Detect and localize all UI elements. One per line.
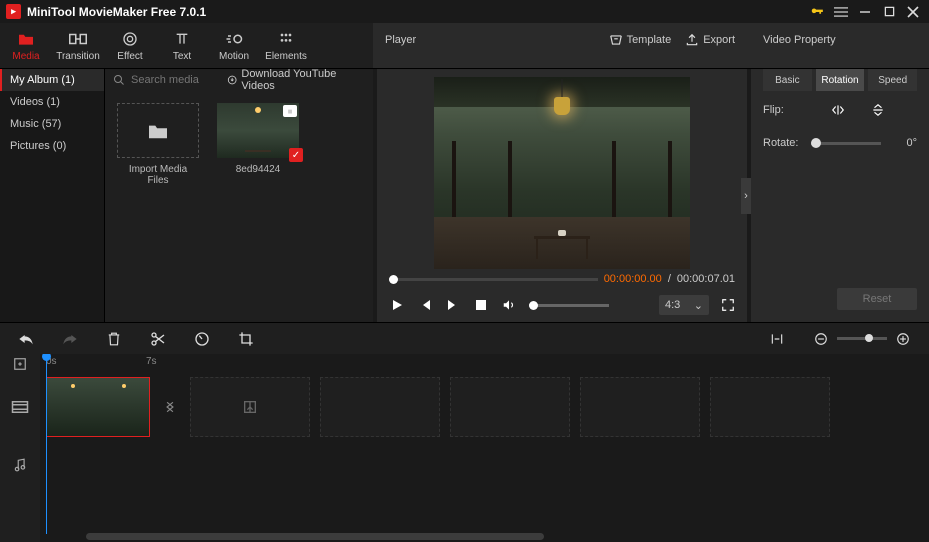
- media-panel: My Album (1) Download YouTube Videos Vid…: [0, 69, 373, 322]
- timeline-toolbar: [0, 322, 929, 354]
- player-title: Player: [385, 34, 416, 46]
- scrub-bar[interactable]: [389, 278, 598, 281]
- property-tab-rotation[interactable]: Rotation: [816, 69, 865, 91]
- chevron-down-icon: ⌄: [694, 299, 703, 312]
- time-current: 00:00:00.00: [604, 273, 662, 285]
- elements-icon: [277, 30, 295, 48]
- flip-vertical-button[interactable]: [871, 103, 885, 117]
- tab-transition[interactable]: Transition: [52, 23, 104, 68]
- sidebar-item-videos[interactable]: Videos (1): [0, 91, 104, 113]
- app-title: MiniTool MovieMaker Free 7.0.1: [27, 5, 206, 19]
- panel-toggle-button[interactable]: ›: [741, 178, 751, 214]
- empty-clip-slot[interactable]: [190, 377, 310, 437]
- search-input[interactable]: [131, 74, 221, 86]
- time-total: 00:00:07.01: [677, 273, 735, 285]
- play-button[interactable]: [389, 297, 405, 313]
- video-track[interactable]: [40, 374, 929, 440]
- timeline: 0s 7s: [0, 354, 929, 542]
- volume-slider[interactable]: [529, 304, 609, 307]
- text-icon: [173, 30, 191, 48]
- rotate-slider[interactable]: [811, 142, 881, 145]
- transition-slot-icon[interactable]: [160, 377, 180, 437]
- fit-button[interactable]: [769, 331, 785, 347]
- fullscreen-button[interactable]: [721, 298, 735, 312]
- media-clip-thumbnail[interactable]: ■ ✓: [217, 103, 299, 158]
- tab-text[interactable]: Text: [156, 23, 208, 68]
- empty-clip-slot[interactable]: [320, 377, 440, 437]
- check-icon: ✓: [289, 148, 303, 162]
- empty-clip-slot[interactable]: [450, 377, 570, 437]
- volume-icon[interactable]: [501, 297, 517, 313]
- video-track-icon: [0, 374, 40, 440]
- timeline-ruler[interactable]: 0s 7s: [40, 354, 929, 374]
- transition-icon: [69, 30, 87, 48]
- media-clip-name: 8ed94424: [236, 164, 281, 175]
- speed-button[interactable]: [194, 331, 210, 347]
- export-button[interactable]: Export: [685, 33, 735, 47]
- zoom-slider[interactable]: [837, 337, 887, 340]
- player-header: Player Template Export: [373, 23, 747, 57]
- download-youtube-button[interactable]: Download YouTube Videos: [227, 68, 365, 92]
- audio-track-icon: [0, 440, 40, 490]
- property-tab-speed[interactable]: Speed: [868, 69, 917, 91]
- tab-effect[interactable]: Effect: [104, 23, 156, 68]
- property-tab-basic[interactable]: Basic: [763, 69, 812, 91]
- delete-button[interactable]: [106, 331, 122, 347]
- audio-track[interactable]: [40, 440, 929, 490]
- tab-motion[interactable]: Motion: [208, 23, 260, 68]
- license-key-icon[interactable]: [807, 2, 827, 22]
- empty-clip-slot[interactable]: [710, 377, 830, 437]
- effect-icon: [121, 30, 139, 48]
- playhead[interactable]: [46, 354, 47, 534]
- minimize-icon[interactable]: [855, 2, 875, 22]
- rotate-label: Rotate:: [763, 137, 803, 149]
- import-media-button[interactable]: [117, 103, 199, 158]
- zoom-out-button[interactable]: [813, 331, 829, 347]
- zoom-in-button[interactable]: [895, 331, 911, 347]
- timeline-clip[interactable]: [46, 377, 150, 437]
- folder-icon: [147, 122, 169, 140]
- tab-elements[interactable]: Elements: [260, 23, 312, 68]
- sidebar-item-my-album[interactable]: My Album (1): [0, 69, 104, 91]
- flip-horizontal-button[interactable]: [831, 103, 845, 117]
- aspect-ratio-select[interactable]: 4:3 ⌄: [659, 295, 709, 315]
- preview-canvas[interactable]: [434, 77, 690, 269]
- tab-media[interactable]: Media: [0, 23, 52, 68]
- sidebar-item-music[interactable]: Music (57): [0, 113, 104, 135]
- flip-label: Flip:: [763, 104, 803, 116]
- reset-button[interactable]: Reset: [837, 288, 917, 310]
- titlebar: ▸ MiniTool MovieMaker Free 7.0.1: [0, 0, 929, 23]
- horizontal-scrollbar[interactable]: [86, 533, 919, 540]
- folder-icon: [17, 30, 35, 48]
- search-icon: [113, 74, 125, 86]
- empty-clip-slot[interactable]: [580, 377, 700, 437]
- video-badge-icon: ■: [283, 105, 297, 117]
- template-button[interactable]: Template: [609, 33, 672, 47]
- player-panel: 00:00:00.00 / 00:00:07.01 4:3 ⌄ ›: [377, 69, 747, 322]
- crop-button[interactable]: [238, 331, 254, 347]
- menu-icon[interactable]: [831, 2, 851, 22]
- redo-button[interactable]: [62, 331, 78, 347]
- ruler-tick: 7s: [146, 356, 157, 367]
- property-header: Video Property: [751, 23, 929, 57]
- motion-icon: [225, 30, 243, 48]
- app-icon: ▸: [6, 4, 21, 19]
- rotate-value: 0°: [897, 137, 917, 149]
- add-track-button[interactable]: [13, 357, 27, 371]
- next-frame-button[interactable]: [445, 297, 461, 313]
- split-button[interactable]: [150, 331, 166, 347]
- maximize-icon[interactable]: [879, 2, 899, 22]
- prev-frame-button[interactable]: [417, 297, 433, 313]
- import-media-label: Import Media Files: [117, 164, 199, 186]
- property-panel: Basic Rotation Speed Flip: Rotate: 0°: [751, 69, 929, 322]
- undo-button[interactable]: [18, 331, 34, 347]
- stop-button[interactable]: [473, 297, 489, 313]
- close-icon[interactable]: [903, 2, 923, 22]
- sidebar-item-pictures[interactable]: Pictures (0): [0, 135, 104, 157]
